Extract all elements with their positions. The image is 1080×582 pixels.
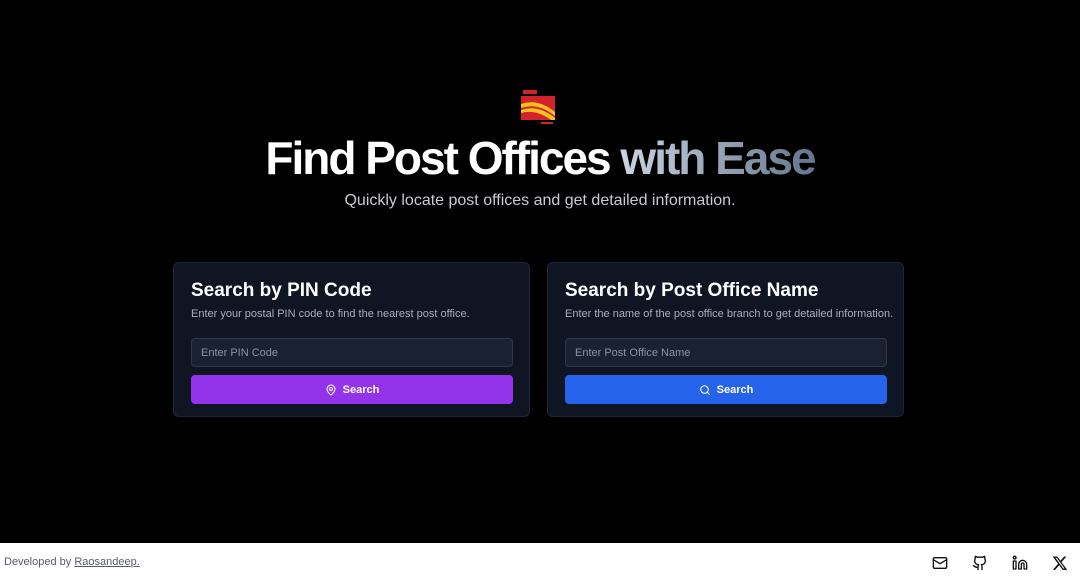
pin-card-title: Search by PIN Code: [191, 280, 372, 301]
title-part-2: with Ease: [620, 132, 816, 184]
name-search-button-label: Search: [716, 383, 754, 396]
mail-icon[interactable]: [932, 555, 948, 571]
post-office-name-input[interactable]: [565, 338, 887, 367]
linkedin-icon[interactable]: [1012, 555, 1028, 571]
search-icon: [699, 384, 710, 395]
author-link[interactable]: Raosandeep.: [74, 556, 139, 568]
title-part-1: Find Post Offices: [265, 132, 611, 184]
pin-code-input[interactable]: [191, 338, 513, 367]
developed-by-label: Developed by: [4, 556, 72, 568]
x-icon[interactable]: [1052, 555, 1068, 571]
name-search-button[interactable]: Search: [565, 375, 887, 404]
page-subtitle: Quickly locate post offices and get deta…: [344, 192, 736, 209]
name-search-card: Search by Post Office Name Enter the nam…: [547, 262, 904, 417]
page-title: Find Post Offices with Ease: [0, 128, 1080, 188]
hero-section: Find Post Offices with Ease Quickly loca…: [0, 0, 1080, 543]
pin-search-button[interactable]: Search: [191, 375, 513, 404]
pin-card-description: Enter your postal PIN code to find the n…: [191, 308, 470, 320]
developer-credit: Developed by Raosandeep.: [4, 556, 140, 568]
footer: Developed by Raosandeep.: [0, 543, 1080, 582]
name-card-title: Search by Post Office Name: [565, 280, 819, 301]
map-pin-icon: [326, 384, 336, 395]
pin-search-button-label: Search: [342, 383, 380, 396]
pin-search-card: Search by PIN Code Enter your postal PIN…: [173, 262, 530, 417]
github-icon[interactable]: [972, 555, 988, 571]
india-post-logo: [521, 90, 557, 126]
name-card-description: Enter the name of the post office branch…: [565, 308, 894, 320]
